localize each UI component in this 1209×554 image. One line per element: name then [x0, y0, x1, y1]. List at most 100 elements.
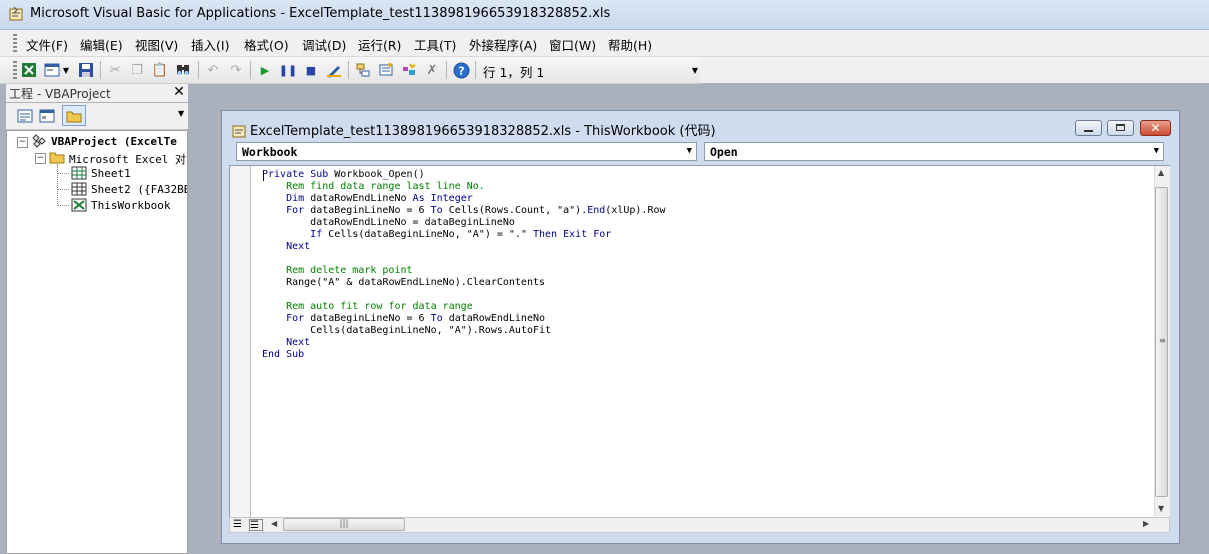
- project-tree: − VBAProject (ExcelTe − Microsoft Excel …: [6, 130, 188, 554]
- properties-window-icon[interactable]: [377, 61, 395, 79]
- dropdown-arrow-icon[interactable]: ▼: [61, 61, 71, 79]
- menu-bar: 文件(F) 编辑(E) 视图(V) 插入(I) 格式(O) 调试(D) 运行(R…: [0, 30, 1209, 57]
- menu-view[interactable]: 视图(V): [135, 35, 178, 54]
- project-pane-title: 工程 - VBAProject: [9, 87, 111, 101]
- object-combo[interactable]: Workbook ▼: [236, 142, 697, 161]
- insert-userform-icon[interactable]: [43, 61, 61, 79]
- minimize-button[interactable]: [1075, 120, 1102, 136]
- view-code-icon[interactable]: [16, 107, 34, 125]
- menu-insert[interactable]: 插入(I): [191, 35, 229, 54]
- vba-app-icon: [9, 6, 23, 21]
- title-bar: Microsoft Visual Basic for Applications …: [0, 0, 1209, 30]
- paste-icon[interactable]: 📋: [151, 61, 169, 79]
- reset-icon[interactable]: ■: [302, 61, 320, 79]
- code-line[interactable]: Range("A" & dataRowEndLineNo).ClearConte…: [262, 277, 666, 289]
- tree-item-excel-objects[interactable]: Microsoft Excel 对象: [69, 151, 187, 167]
- tree-item-vbaproject[interactable]: VBAProject (ExcelTe: [51, 135, 177, 148]
- project-explorer-icon[interactable]: [354, 61, 372, 79]
- code-window-titlebar: ExcelTemplate_test113898196653918328852.…: [232, 120, 716, 139]
- toolbar-separator: [100, 61, 101, 79]
- toolbar-separator: [475, 61, 476, 79]
- code-line[interactable]: [262, 253, 666, 265]
- scroll-down-icon[interactable]: ▼: [1158, 504, 1164, 513]
- restore-icon: [1116, 124, 1125, 131]
- minimize-icon: [1084, 130, 1093, 132]
- menu-window[interactable]: 窗口(W): [549, 35, 596, 54]
- full-module-view-icon[interactable]: ☰: [249, 519, 263, 531]
- toolbox-icon[interactable]: ✗: [423, 61, 441, 79]
- code-window-title: ExcelTemplate_test113898196653918328852.…: [250, 124, 716, 139]
- tree-item-sheet2[interactable]: Sheet2 ({FA32BBD: [91, 183, 187, 196]
- tree-item-sheet1[interactable]: Sheet1: [91, 167, 131, 180]
- cut-icon[interactable]: ✂: [106, 61, 124, 79]
- menu-file[interactable]: 文件(F): [26, 35, 68, 54]
- object-browser-icon[interactable]: [400, 61, 418, 79]
- code-line[interactable]: Rem auto fit row for data range: [262, 301, 666, 313]
- scroll-left-icon[interactable]: ◀: [271, 519, 277, 528]
- toolbar-grip[interactable]: [13, 61, 17, 79]
- run-icon[interactable]: ▶: [256, 61, 274, 79]
- code-line[interactable]: Next: [262, 241, 666, 253]
- code-line[interactable]: End Sub: [262, 349, 666, 361]
- project-pane-titlebar: 工程 - VBAProject: [6, 84, 188, 102]
- cursor-position-label: 行 1，列 1: [483, 65, 545, 80]
- code-line[interactable]: If Cells(dataBeginLineNo, "A") = "." The…: [262, 229, 666, 241]
- code-line[interactable]: Rem delete mark point: [262, 265, 666, 277]
- code-line[interactable]: For dataBeginLineNo = 6 To Cells(Rows.Co…: [262, 205, 665, 217]
- code-line[interactable]: dataRowEndLineNo = dataBeginLineNo: [262, 217, 666, 229]
- menu-help[interactable]: 帮助(H): [608, 35, 652, 54]
- view-excel-icon[interactable]: [20, 61, 38, 79]
- procedure-combo[interactable]: Open ▼: [704, 142, 1164, 161]
- chevron-down-icon[interactable]: ▼: [687, 146, 692, 156]
- folder-icon: [49, 152, 65, 164]
- undo-icon[interactable]: ↶: [204, 61, 222, 79]
- window-title: Microsoft Visual Basic for Applications …: [30, 6, 611, 21]
- code-line[interactable]: Next: [262, 337, 666, 349]
- find-icon[interactable]: [174, 61, 192, 79]
- menu-format[interactable]: 格式(O): [244, 35, 289, 54]
- collapse-icon[interactable]: −: [17, 137, 28, 148]
- tree-item-thisworkbook[interactable]: ThisWorkbook: [91, 199, 170, 212]
- code-line[interactable]: Dim dataRowEndLineNo As Integer: [262, 193, 666, 205]
- code-line[interactable]: Cells(dataBeginLineNo, "A").Rows.AutoFit: [262, 325, 666, 337]
- help-icon[interactable]: ?: [452, 61, 470, 79]
- copy-icon[interactable]: ❐: [128, 61, 146, 79]
- code-line[interactable]: [262, 289, 666, 301]
- code-line[interactable]: For dataBeginLineNo = 6 To dataRowEndLin…: [262, 313, 666, 325]
- redo-icon[interactable]: ↷: [227, 61, 245, 79]
- save-icon[interactable]: [77, 61, 95, 79]
- scroll-up-icon[interactable]: ▲: [1158, 168, 1164, 177]
- code-window-icon: [232, 125, 246, 138]
- tree-connector: [57, 173, 69, 175]
- close-icon[interactable]: ✕: [172, 85, 186, 100]
- menu-run[interactable]: 运行(R): [358, 35, 401, 54]
- tree-connector: [57, 189, 69, 191]
- pane-scroll-arrow-icon[interactable]: ▼: [178, 109, 184, 118]
- menu-addins[interactable]: 外接程序(A): [469, 35, 537, 54]
- menu-debug[interactable]: 调试(D): [302, 35, 346, 54]
- scroll-right-icon[interactable]: ▶: [1143, 519, 1149, 528]
- restore-button[interactable]: [1107, 120, 1134, 136]
- horizontal-scroll-thumb[interactable]: |||: [283, 518, 405, 531]
- procedure-combo-value: Open: [710, 145, 738, 159]
- chevron-down-icon[interactable]: ▼: [1154, 146, 1159, 156]
- code-text[interactable]: Private Sub Workbook_Open() Rem find dat…: [262, 169, 666, 361]
- worksheet-icon: [71, 182, 87, 196]
- vertical-scroll-thumb[interactable]: ≡: [1155, 187, 1168, 497]
- toolbar-options-icon[interactable]: ▼: [690, 61, 700, 79]
- margin-indicator-bar[interactable]: [230, 166, 251, 517]
- toolbar-empty-area: [700, 57, 1209, 83]
- collapse-icon[interactable]: −: [35, 153, 46, 164]
- code-line[interactable]: Private Sub Workbook_Open(): [262, 169, 666, 181]
- close-button[interactable]: ✕: [1140, 120, 1171, 136]
- menu-edit[interactable]: 编辑(E): [80, 35, 123, 54]
- menu-tools[interactable]: 工具(T): [414, 35, 456, 54]
- project-pane-toolbar: ▼: [6, 103, 188, 130]
- menubar-grip[interactable]: [13, 34, 17, 52]
- view-object-icon[interactable]: [38, 107, 56, 125]
- toggle-folders-button[interactable]: [62, 105, 86, 126]
- break-icon[interactable]: ❚❚: [279, 61, 297, 79]
- design-mode-icon[interactable]: [325, 61, 343, 79]
- code-line[interactable]: Rem find data range last line No.: [262, 181, 666, 193]
- procedure-view-icon[interactable]: ☰: [233, 519, 247, 531]
